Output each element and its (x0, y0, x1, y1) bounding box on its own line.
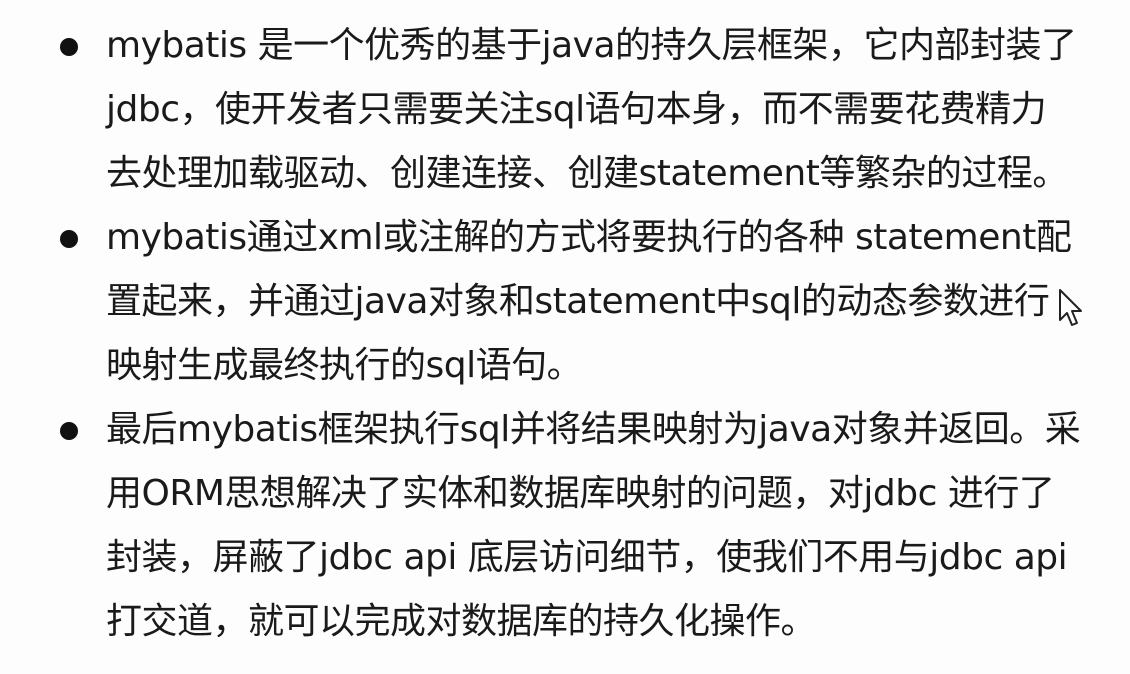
bullet-dot-icon (60, 422, 78, 440)
bullet-list: mybatis 是一个优秀的基于java的持久层框架，它内部封装了 jdbc，使… (60, 14, 1100, 654)
bullet-text-line: 用ORM思想解决了实体和数据库映射的问题，对jdbc 进行了 (106, 473, 1055, 514)
mouse-pointer-icon (1059, 289, 1082, 326)
bullet-text-line: mybatis 是一个优秀的基于java的持久层框架，它内部封装了 (106, 25, 1077, 66)
bullet-text-line: 最后mybatis框架执行sql并将结果映射为java对象并返回。采 (106, 409, 1081, 450)
bullet-dot-icon (60, 38, 78, 56)
bullet-dot-icon (60, 230, 78, 248)
bullet-text-line: 封装，屏蔽了jdbc api 底层访问细节，使我们不用与jdbc api (106, 537, 1068, 578)
bullet-text-line: 打交道，就可以完成对数据库的持久化操作。 (106, 601, 817, 642)
bullet-text-line: mybatis通过xml或注解的方式将要执行的各种 statement配 (106, 217, 1072, 258)
bullet-item: 最后mybatis框架执行sql并将结果映射为java对象并返回。采 用ORM思… (60, 398, 1100, 654)
bullet-item: mybatis 是一个优秀的基于java的持久层框架，它内部封装了 jdbc，使… (60, 14, 1100, 206)
slide-canvas: mybatis 是一个优秀的基于java的持久层框架，它内部封装了 jdbc，使… (0, 0, 1130, 674)
bullet-text-line: jdbc，使开发者只需要关注sql语句本身，而不需要花费精力 (106, 89, 1047, 130)
bullet-text-line: 置起来，并通过java对象和statement中sql的动态参数进行 (106, 281, 1050, 322)
bullet-text-line: 去处理加载驱动、创建连接、创建statement等繁杂的过程。 (106, 153, 1068, 194)
bullet-text-line: 映射生成最终执行的sql语句。 (106, 345, 583, 386)
bullet-item: mybatis通过xml或注解的方式将要执行的各种 statement配 置起来… (60, 206, 1100, 398)
